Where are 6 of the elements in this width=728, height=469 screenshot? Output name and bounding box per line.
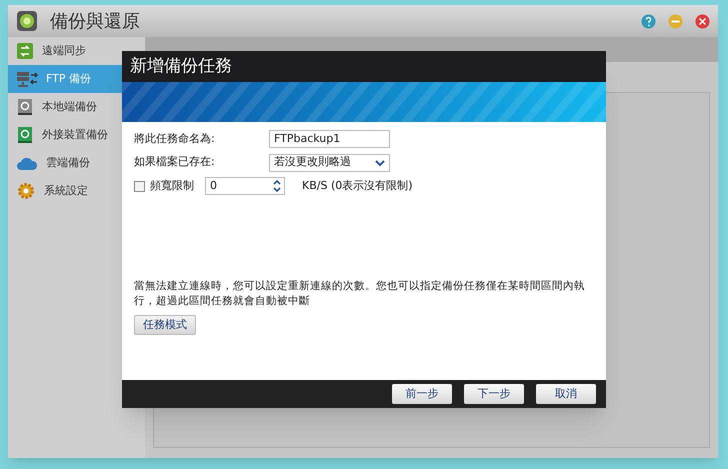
note-text: 當無法建立連線時，您可以設定重新連線的次數。您也可以指定備份任務僅在某時間區間內執行，超過此區間任務就會自動被中斷 — [134, 279, 586, 309]
window-title: 備份與還原 — [50, 10, 140, 34]
field-label: 如果檔案已存在: — [134, 154, 216, 170]
unit-text: KB/S (0表示沒有限制) — [302, 178, 413, 194]
checkbox-label: 頻寬限制 — [150, 178, 195, 194]
field-label: 將此任務命名為: — [134, 130, 216, 147]
